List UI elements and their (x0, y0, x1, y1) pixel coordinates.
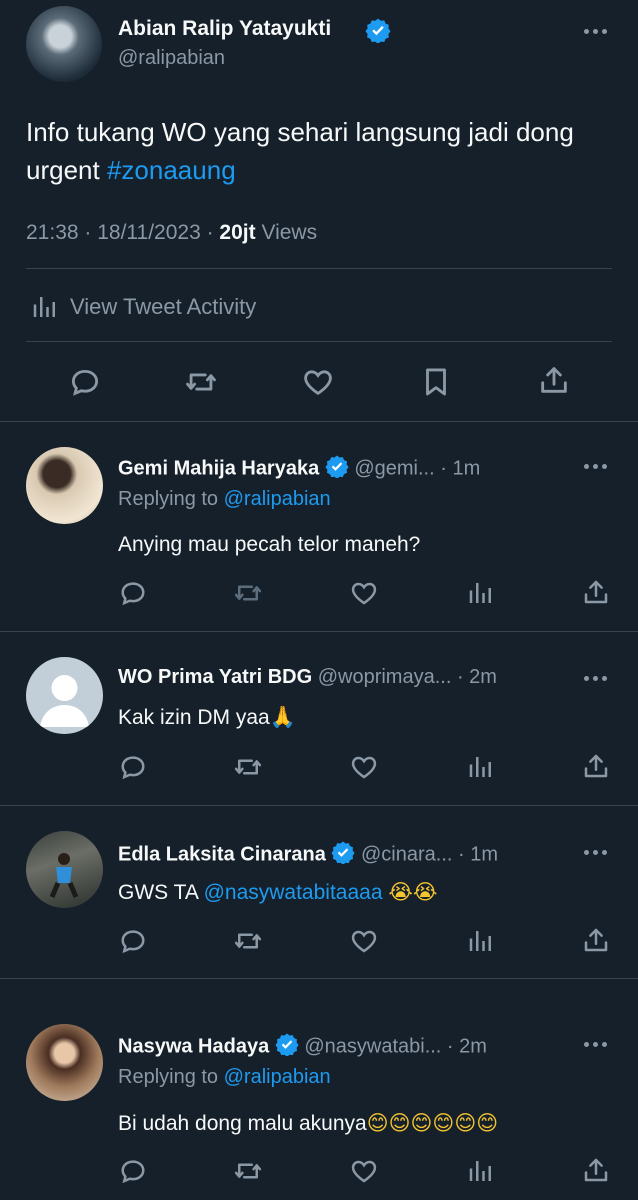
default-avatar-icon (40, 675, 89, 727)
reply-text-container: GWS TA @nasywatabitaaaa 😭😭 (118, 880, 437, 905)
reply-text-container: Kak izin DM yaa🙏 (118, 706, 296, 730)
retweet-icon[interactable] (233, 752, 263, 782)
share-icon[interactable] (581, 751, 611, 781)
reply-icon[interactable] (118, 1156, 148, 1186)
reply-handle[interactable]: @nasywatabi... (304, 1035, 441, 1057)
views-label: Views (255, 221, 318, 244)
retweet-icon[interactable] (233, 578, 263, 608)
reply-header: WO Prima Yatri BDG @woprimaya... · 2m (118, 666, 497, 689)
reply-author-name[interactable]: Edla Laksita Cinarana (118, 843, 326, 865)
reply-time[interactable]: · 2m (457, 666, 497, 688)
more-options-icon[interactable] (584, 1042, 607, 1047)
smiling-emoji: 😊 (454, 1112, 477, 1135)
reply-header: Edla Laksita Cinarana @cinara... · 1m (118, 840, 498, 870)
replying-prefix: Replying to (118, 1066, 224, 1088)
author-handle[interactable]: @ralipabian (118, 47, 225, 70)
reply-handle[interactable]: @cinara... (361, 843, 452, 865)
reply-icon[interactable] (68, 365, 102, 399)
reply-icon[interactable] (118, 926, 148, 956)
reply-text: Anying mau pecah telor maneh? (118, 533, 421, 556)
hashtag-link[interactable]: #zonaaung (107, 155, 236, 185)
more-options-icon[interactable] (584, 676, 607, 681)
reply-header: Nasywa Hadaya @nasywatabi... · 2m (118, 1032, 487, 1062)
avatar[interactable] (26, 447, 103, 524)
reply-text: Bi udah dong malu akunya (118, 1112, 367, 1135)
divider (0, 805, 638, 806)
retweet-icon[interactable] (184, 365, 218, 399)
more-options-icon[interactable] (584, 850, 607, 855)
reply-author-name[interactable]: Gemi Mahija Haryaka (118, 457, 319, 479)
smiling-emoji: 😊 (410, 1112, 433, 1135)
analytics-icon[interactable] (466, 578, 496, 608)
reply-time[interactable]: · 1m (440, 457, 480, 479)
avatar[interactable] (26, 657, 103, 734)
replying-to: Replying to @ralipabian (118, 488, 331, 511)
like-icon[interactable] (301, 365, 335, 399)
views-count: 20jt (219, 221, 256, 244)
pray-emoji: 🙏 (269, 706, 296, 729)
tweet-activity-link[interactable]: View Tweet Activity (30, 292, 256, 322)
like-icon[interactable] (349, 578, 379, 608)
reply-time[interactable]: · 2m (447, 1035, 487, 1057)
crying-emoji: 😭 (388, 881, 413, 904)
verified-badge-icon (365, 17, 391, 48)
reply-text-container: Bi udah dong malu akunya😊😊😊😊😊😊 (118, 1111, 498, 1136)
replying-to: Replying to @ralipabian (118, 1066, 331, 1089)
reply-icon[interactable] (118, 752, 148, 782)
tweet-meta: 21:38 · 18/11/2023 · 20jt Views (26, 221, 317, 245)
reply-header: Gemi Mahija Haryaka @gemi... · 1m (118, 454, 480, 484)
share-icon[interactable] (581, 925, 611, 955)
tweet-activity-label[interactable]: View Tweet Activity (70, 294, 256, 320)
bookmark-icon[interactable] (419, 365, 453, 399)
reply-author-name[interactable]: Nasywa Hadaya (118, 1035, 269, 1057)
reply-time[interactable]: · 1m (458, 843, 498, 865)
retweet-icon[interactable] (233, 926, 263, 956)
like-icon[interactable] (349, 1156, 379, 1186)
reply-icon[interactable] (118, 578, 148, 608)
divider (26, 268, 612, 269)
replying-handle[interactable]: @ralipabian (224, 488, 331, 510)
analytics-icon (30, 292, 60, 322)
smiling-emoji: 😊 (366, 1112, 389, 1135)
reply-handle[interactable]: @gemi... (354, 457, 434, 479)
divider (0, 978, 638, 979)
divider (26, 341, 612, 342)
share-icon[interactable] (581, 1155, 611, 1185)
replying-handle[interactable]: @ralipabian (224, 1066, 331, 1088)
divider (0, 421, 638, 422)
more-options-icon[interactable] (584, 29, 607, 34)
verified-badge-icon (331, 840, 356, 870)
share-icon[interactable] (581, 577, 611, 607)
more-options-icon[interactable] (584, 464, 607, 469)
avatar[interactable] (26, 831, 103, 908)
replying-prefix: Replying to (118, 488, 224, 510)
person-figure-icon (49, 853, 79, 898)
smiling-emoji: 😊 (388, 1112, 411, 1135)
smiling-emoji: 😊 (476, 1112, 499, 1135)
reply-text: GWS TA (118, 881, 204, 904)
smiling-emoji: 😊 (432, 1112, 455, 1135)
reply-author-name[interactable]: WO Prima Yatri BDG (118, 666, 312, 688)
analytics-icon[interactable] (466, 1156, 496, 1186)
like-icon[interactable] (349, 752, 379, 782)
share-icon[interactable] (537, 363, 571, 397)
avatar[interactable] (26, 1024, 103, 1101)
mention-link[interactable]: @nasywatabitaaaa (204, 881, 383, 904)
analytics-icon[interactable] (466, 752, 496, 782)
reply-text: Kak izin DM yaa (118, 706, 270, 729)
like-icon[interactable] (349, 926, 379, 956)
tweet-timestamp[interactable]: 21:38 · 18/11/2023 · (26, 221, 219, 244)
analytics-icon[interactable] (466, 926, 496, 956)
verified-badge-icon (325, 454, 349, 484)
tweet-text: Info tukang WO yang sehari langsung jadi… (26, 113, 616, 189)
crying-emoji: 😭 (412, 881, 438, 904)
verified-badge-icon (275, 1032, 299, 1062)
author-name[interactable]: Abian Ralip Yatayukti (118, 17, 331, 41)
retweet-icon[interactable] (233, 1156, 263, 1186)
reply-handle[interactable]: @woprimaya... (318, 666, 452, 688)
divider (0, 631, 638, 632)
avatar[interactable] (26, 6, 102, 82)
